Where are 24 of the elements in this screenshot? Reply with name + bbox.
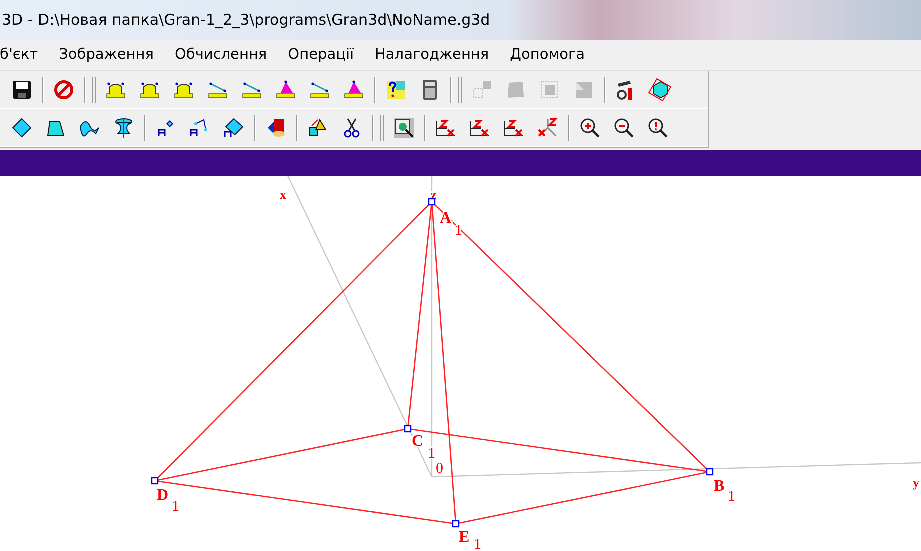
- vertex-label: D: [157, 487, 169, 504]
- vertex-marker[interactable]: [404, 425, 412, 433]
- vertex-marker[interactable]: [151, 477, 159, 485]
- vertex-marker[interactable]: [706, 468, 714, 476]
- vertex-index: 1: [428, 446, 436, 462]
- menu-item[interactable]: Операції: [288, 47, 354, 63]
- vertex-label: B: [714, 478, 725, 495]
- menu-item[interactable]: Обчислення: [174, 47, 268, 63]
- vertex-label: C: [412, 433, 424, 450]
- axis-label: x: [280, 187, 286, 202]
- vertex-label: A: [440, 210, 452, 227]
- menu-item[interactable]: Зображення: [59, 47, 154, 63]
- vertex-label: E: [459, 529, 470, 546]
- window-title: 3D - D:\Новая папка\Gran-1_2_3\programs\Gran3d\NoName.g3d: [1, 11, 490, 29]
- vertex-marker[interactable]: [428, 198, 436, 206]
- menu-item[interactable]: Налагодження: [375, 47, 490, 63]
- vertex-marker[interactable]: [452, 520, 460, 528]
- vertex-index: 1: [728, 489, 736, 505]
- menu-item[interactable]: Допомога: [510, 47, 586, 63]
- vertex-index: 1: [172, 499, 180, 515]
- vertex-index: 1: [474, 537, 482, 551]
- axis-label: y: [913, 475, 920, 490]
- menu-item[interactable]: б'єкт: [0, 47, 38, 63]
- origin-label: 0: [436, 461, 444, 477]
